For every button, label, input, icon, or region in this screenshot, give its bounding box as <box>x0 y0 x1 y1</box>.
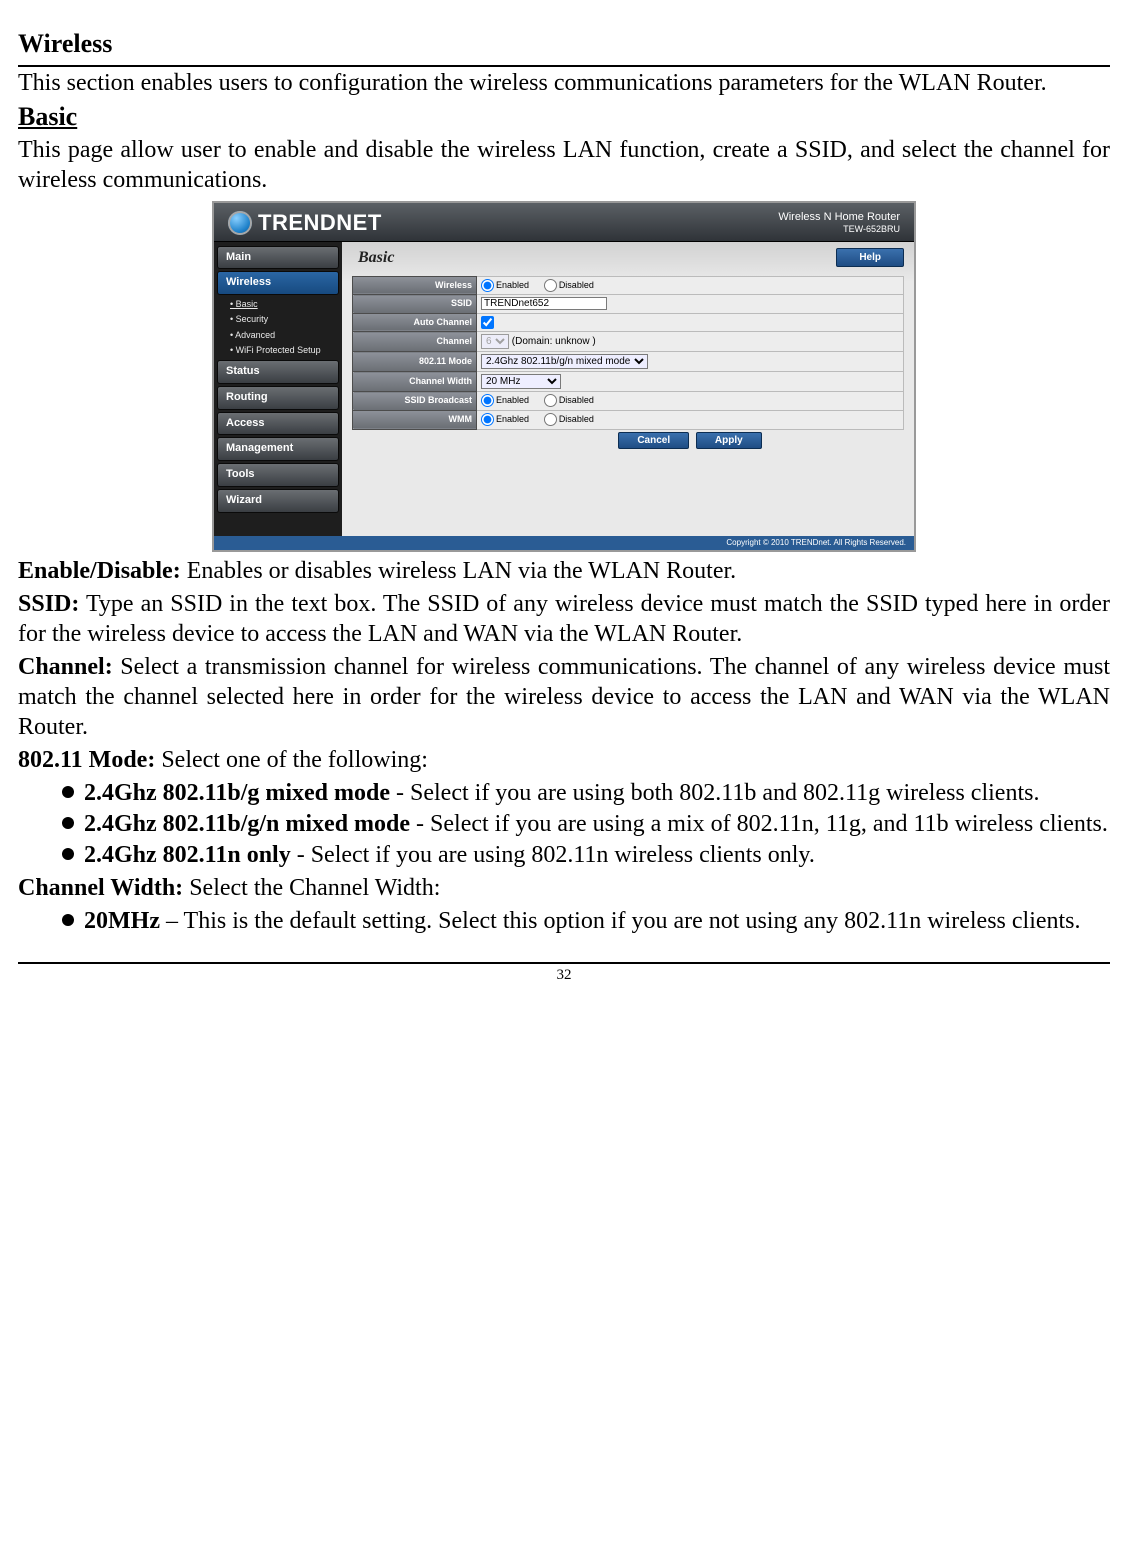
intro-text: This section enables users to configurat… <box>18 68 1110 98</box>
nav-status[interactable]: Status <box>217 360 339 384</box>
ssid-input[interactable] <box>481 297 607 310</box>
wmm-disabled-radio[interactable] <box>544 413 557 426</box>
label-broadcast: SSID Broadcast <box>353 392 477 411</box>
nav-sub-advanced[interactable]: • Advanced <box>220 328 336 343</box>
def-enable: Enable/Disable: Enables or disables wire… <box>18 556 1110 586</box>
enabled-label: Enabled <box>496 280 529 290</box>
mode-select[interactable]: 2.4Ghz 802.11b/g/n mixed mode <box>481 354 648 369</box>
auto-channel-checkbox[interactable] <box>481 316 494 329</box>
wireless-enabled-radio[interactable] <box>481 279 494 292</box>
nav-sub-security[interactable]: • Security <box>220 312 336 327</box>
list-item: 2.4Ghz 802.11b/g mixed mode - Select if … <box>62 778 1110 808</box>
heading-basic: Basic <box>18 101 1110 134</box>
def-ssid: SSID: Type an SSID in the text box. The … <box>18 589 1110 649</box>
broadcast-enabled-radio[interactable] <box>481 394 494 407</box>
def-mode: 802.11 Mode: Select one of the following… <box>18 745 1110 775</box>
nav-management[interactable]: Management <box>217 437 339 461</box>
router-screenshot: TRENDNET Wireless N Home Router TEW-652B… <box>212 201 916 552</box>
label-cw: Channel Width <box>353 372 477 392</box>
heading-wireless: Wireless <box>18 28 1110 61</box>
nav-sub-basic[interactable]: • Basic <box>220 297 336 312</box>
nav-tools[interactable]: Tools <box>217 463 339 487</box>
wireless-disabled-radio[interactable] <box>544 279 557 292</box>
nav-access[interactable]: Access <box>217 412 339 436</box>
globe-icon <box>228 211 252 235</box>
nav-wireless[interactable]: Wireless <box>217 271 339 295</box>
router-model: Wireless N Home Router TEW-652BRU <box>778 211 900 235</box>
brand-text: TRENDNET <box>258 209 382 237</box>
disabled-label: Disabled <box>559 280 594 290</box>
label-auto-channel: Auto Channel <box>353 313 477 332</box>
page-footer: 32 <box>18 962 1110 985</box>
apply-button[interactable]: Apply <box>696 432 762 449</box>
router-header: TRENDNET Wireless N Home Router TEW-652B… <box>214 203 914 242</box>
divider <box>18 65 1110 67</box>
label-channel: Channel <box>353 332 477 352</box>
mode-bullets: 2.4Ghz 802.11b/g mixed mode - Select if … <box>18 778 1110 870</box>
form-table: Wireless Enabled Disabled SSID Auto Chan… <box>352 276 904 451</box>
cw-bullets: 20MHz – This is the default setting. Sel… <box>18 906 1110 936</box>
brand-logo-area: TRENDNET <box>228 209 382 237</box>
channel-select[interactable]: 6 <box>481 334 509 349</box>
def-cw: Channel Width: Select the Channel Width: <box>18 873 1110 903</box>
model-line2: TEW-652BRU <box>843 224 900 234</box>
help-button[interactable]: Help <box>836 248 904 267</box>
label-ssid: SSID <box>353 295 477 314</box>
label-mode: 802.11 Mode <box>353 352 477 372</box>
cancel-button[interactable]: Cancel <box>618 432 689 449</box>
nav-sub-wps[interactable]: • WiFi Protected Setup <box>220 343 336 358</box>
wmm-enabled-radio[interactable] <box>481 413 494 426</box>
sidebar: Main Wireless • Basic • Security • Advan… <box>214 242 342 536</box>
panel-title: Basic <box>358 248 904 268</box>
channel-domain: (Domain: unknow ) <box>512 336 596 347</box>
nav-wizard[interactable]: Wizard <box>217 489 339 513</box>
label-wireless: Wireless <box>353 276 477 295</box>
list-item: 2.4Ghz 802.11n only - Select if you are … <box>62 840 1110 870</box>
list-item: 2.4Ghz 802.11b/g/n mixed mode - Select i… <box>62 809 1110 839</box>
nav-main[interactable]: Main <box>217 246 339 270</box>
model-line1: Wireless N Home Router <box>778 211 900 223</box>
cw-select[interactable]: 20 MHz <box>481 374 561 389</box>
nav-routing[interactable]: Routing <box>217 386 339 410</box>
router-footer: Copyright © 2010 TRENDnet. All Rights Re… <box>214 536 914 550</box>
basic-intro-text: This page allow user to enable and disab… <box>18 135 1110 195</box>
list-item: 20MHz – This is the default setting. Sel… <box>62 906 1110 936</box>
def-channel: Channel: Select a transmission channel f… <box>18 652 1110 742</box>
broadcast-disabled-radio[interactable] <box>544 394 557 407</box>
content-panel: Basic Help Wireless Enabled Disabled SSI… <box>342 242 914 536</box>
label-wmm: WMM <box>353 410 477 429</box>
